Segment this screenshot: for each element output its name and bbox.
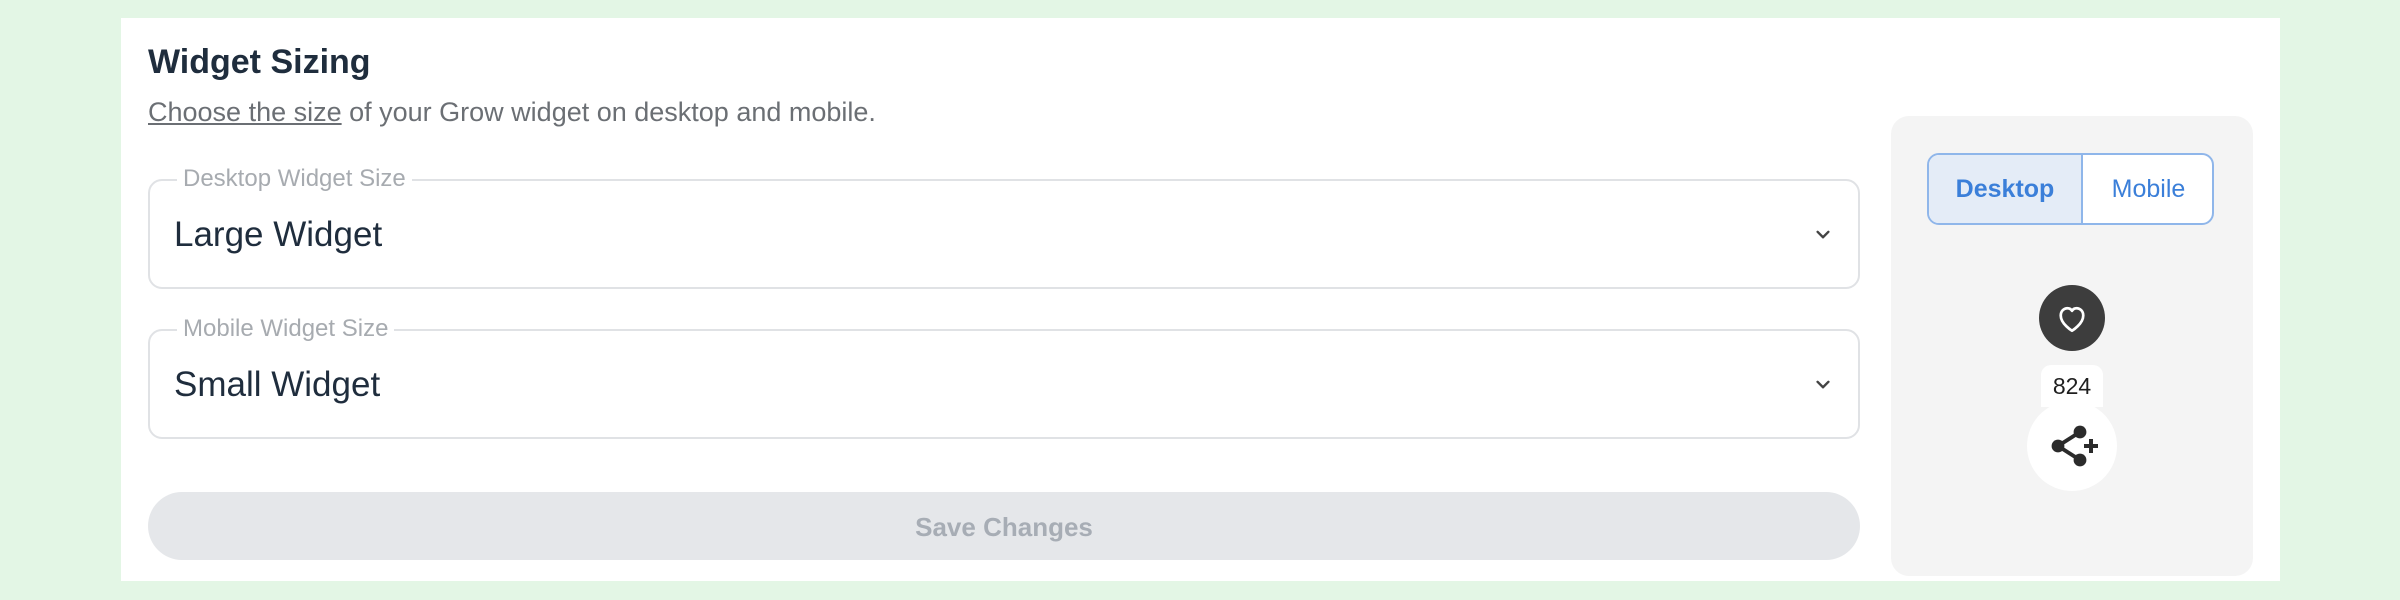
desktop-widget-size-select[interactable]: Desktop Widget Size Large Widget	[148, 164, 1860, 289]
section-subtitle: Choose the size of your Grow widget on d…	[148, 94, 876, 130]
like-button[interactable]	[2039, 285, 2105, 351]
share-plus-icon	[2051, 425, 2098, 467]
desktop-widget-size-value: Large Widget	[174, 215, 383, 254]
save-changes-button[interactable]: Save Changes	[148, 492, 1860, 560]
choose-size-link[interactable]: Choose the size	[148, 97, 342, 127]
desktop-widget-size-label: Desktop Widget Size	[177, 164, 412, 194]
mobile-widget-size-label: Mobile Widget Size	[177, 314, 395, 344]
device-toggle: Desktop Mobile	[1927, 153, 2214, 225]
subtitle-text: of your Grow widget on desktop and mobil…	[341, 97, 876, 127]
mobile-widget-size-select[interactable]: Mobile Widget Size Small Widget	[148, 314, 1860, 439]
section-title: Widget Sizing	[148, 43, 371, 81]
chevron-down-icon	[1816, 380, 1830, 389]
desktop-toggle-button[interactable]: Desktop	[1929, 155, 2083, 223]
mobile-widget-size-value: Small Widget	[174, 365, 381, 404]
heart-icon	[2059, 306, 2085, 333]
chevron-down-icon	[1816, 230, 1830, 239]
widget-preview-panel: Desktop Mobile 824	[1891, 116, 2253, 576]
widget-sizing-card: Widget Sizing Choose the size of your Gr…	[121, 18, 2280, 581]
mobile-toggle-button[interactable]: Mobile	[2083, 155, 2212, 223]
like-count: 824	[2052, 373, 2092, 399]
share-button[interactable]	[2027, 401, 2117, 491]
